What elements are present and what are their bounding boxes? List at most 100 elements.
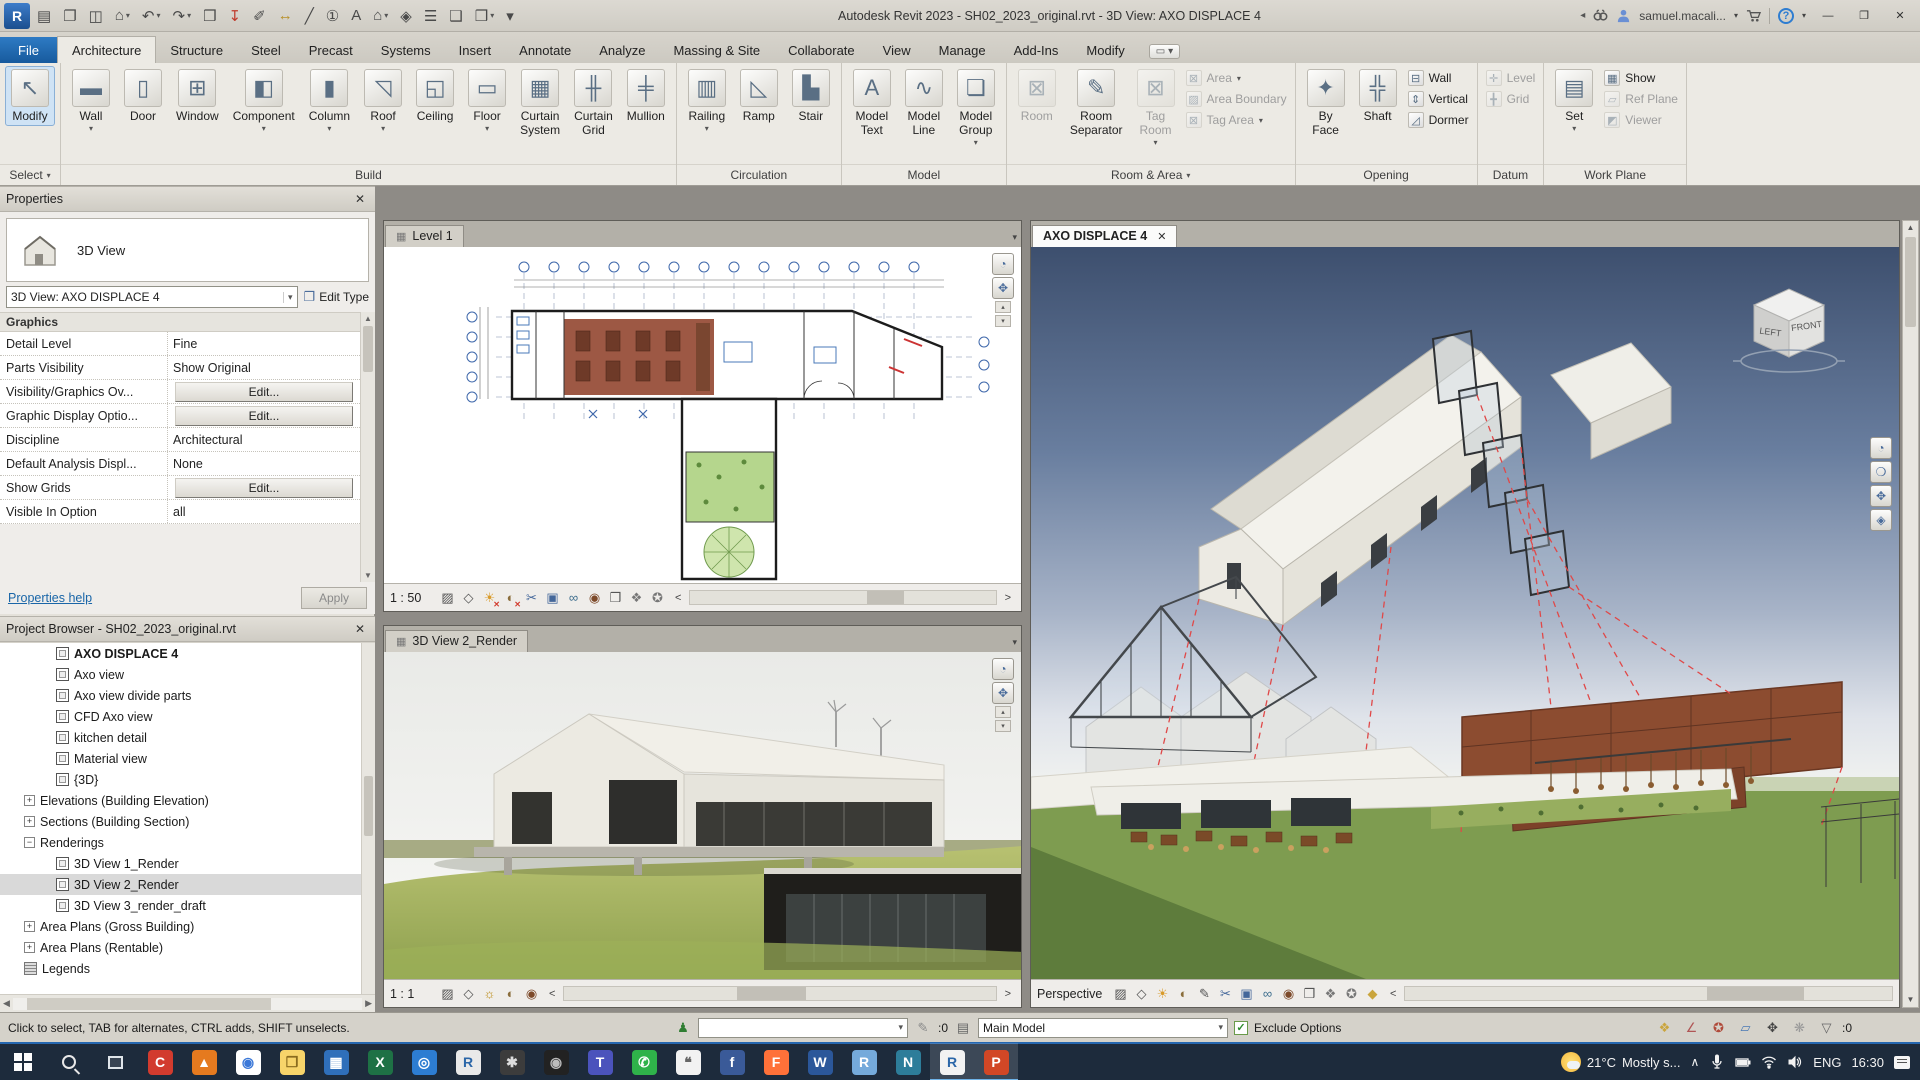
horizontal-scrollbar[interactable]	[563, 986, 997, 1001]
user-avatar-icon[interactable]	[1616, 8, 1631, 23]
ribbon-tab-precast[interactable]: Precast	[295, 37, 367, 63]
graphic-display-optio-edit-button[interactable]: Edit...	[175, 405, 353, 426]
railing-button[interactable]: ▥ Railing ▾	[682, 66, 732, 136]
visual-style-icon[interactable]: ▨	[1111, 984, 1130, 1003]
panel-label-datum[interactable]: Datum	[1477, 164, 1544, 185]
axo-canvas[interactable]: LEFT FRONT ◔ ❍ ✥ ◈	[1031, 247, 1899, 979]
show-grids-edit-button[interactable]: Edit...	[175, 477, 353, 498]
dropdown-icon[interactable]: ▾	[1186, 171, 1190, 180]
scroll-right-icon[interactable]: ▶	[365, 998, 372, 1009]
mullion-button[interactable]: ╪ Mullion	[621, 66, 671, 126]
tree-item-3d[interactable]: {3D}	[0, 769, 375, 790]
tag-by-category-icon[interactable]: ①	[321, 3, 344, 29]
property-value[interactable]: Fine	[168, 332, 360, 355]
window-button[interactable]: ⊞ Window	[170, 66, 225, 126]
set-button[interactable]: ▤ Set ▾	[1549, 66, 1599, 136]
vertical-button[interactable]: ⇕ Vertical	[1407, 91, 1469, 107]
ceiling-button[interactable]: ◱ Ceiling	[410, 66, 460, 126]
filter-icon[interactable]: ▽	[1817, 1018, 1836, 1037]
design-options-icon[interactable]: ▤	[954, 1020, 972, 1036]
tree-item-renderings[interactable]: − Renderings	[0, 832, 375, 853]
wifi-icon[interactable]	[1761, 1054, 1777, 1070]
dropdown-icon[interactable]: ▾	[974, 138, 978, 147]
nav-collapse-up-icon[interactable]: ▴	[995, 301, 1011, 313]
start-button[interactable]	[0, 1043, 46, 1080]
curtain-system-button[interactable]: ▦ Curtain System	[514, 66, 566, 140]
tab-axo-displace-4[interactable]: AXO DISPLACE 4 ✕	[1032, 225, 1178, 247]
combo-dropdown-icon[interactable]: ▾	[898, 1022, 903, 1033]
scroll-up-icon[interactable]: ▲	[1903, 221, 1918, 235]
tree-item-kitchen-detail[interactable]: kitchen detail	[0, 727, 375, 748]
tree-item-legends[interactable]: Legends	[0, 958, 375, 979]
export-pdf-icon[interactable]: ↧	[224, 3, 247, 29]
store-cart-icon[interactable]	[1746, 8, 1761, 23]
reveal-hidden-elements-icon[interactable]: ◉	[522, 984, 541, 1003]
sketchy-lines-icon[interactable]: ✎	[1195, 984, 1214, 1003]
expander-icon[interactable]: +	[24, 816, 35, 827]
speaker-icon[interactable]	[1787, 1054, 1803, 1070]
tree-item-sections-building-section[interactable]: + Sections (Building Section)	[0, 811, 375, 832]
language-indicator[interactable]: ENG	[1813, 1055, 1841, 1070]
ribbon-tab-manage[interactable]: Manage	[925, 37, 1000, 63]
scrollbar-thumb[interactable]	[1707, 987, 1805, 1000]
window-menu-icon[interactable]: ▾	[1012, 637, 1017, 648]
dropdown-icon[interactable]: ▾	[1168, 46, 1173, 57]
taskbar-app-rstudio[interactable]: R	[842, 1043, 886, 1080]
microphone-icon[interactable]	[1709, 1054, 1725, 1070]
ramp-button[interactable]: ◺ Ramp	[734, 66, 784, 126]
taskbar-app-revit-viewer[interactable]: R	[446, 1043, 490, 1080]
select-pinned-icon[interactable]: ✪	[1709, 1018, 1728, 1037]
dropdown-icon[interactable]: ▾	[1572, 124, 1576, 133]
measure-icon[interactable]: ✐	[248, 3, 271, 29]
temporary-hide-isolate-icon[interactable]: ∞	[564, 588, 583, 607]
perspective-button[interactable]: Perspective	[1037, 987, 1107, 1001]
taskbar-app-vlc[interactable]: ▲	[182, 1043, 226, 1080]
scroll-down-icon[interactable]: ▼	[1903, 993, 1918, 1007]
constraints-icon[interactable]: ✪	[1342, 984, 1361, 1003]
room-separator-button[interactable]: ✎ Room Separator	[1064, 66, 1129, 140]
component-button[interactable]: ◧ Component ▾	[227, 66, 301, 136]
curtain-grid-button[interactable]: ╫ Curtain Grid	[568, 66, 619, 140]
nav-collapse-down-icon[interactable]: ▾	[995, 315, 1011, 327]
signed-in-user[interactable]: samuel.macali...	[1639, 9, 1726, 23]
column-button[interactable]: ▮ Column ▾	[303, 66, 356, 136]
reveal-hidden-elements-icon[interactable]: ◉	[1279, 984, 1298, 1003]
panel-label-build[interactable]: Build	[61, 164, 676, 185]
scale-button[interactable]: 1 : 50	[390, 591, 434, 605]
wall-button[interactable]: ⊟ Wall	[1407, 70, 1469, 86]
ribbon-tab-structure[interactable]: Structure	[156, 37, 237, 63]
taskbar-app-facebook[interactable]: f	[710, 1043, 754, 1080]
temporary-hide-isolate-icon[interactable]: ∞	[1258, 984, 1277, 1003]
close-button[interactable]: ✕	[1886, 5, 1914, 27]
scrollbar-thumb[interactable]	[26, 997, 272, 1010]
properties-scrollbar[interactable]: ▲ ▼	[360, 312, 375, 582]
ribbon-tab-insert[interactable]: Insert	[445, 37, 506, 63]
taskbar-app-notepad[interactable]: N	[886, 1043, 930, 1080]
battery-icon[interactable]	[1735, 1054, 1751, 1070]
vertical-scrollbar[interactable]: ▲ ▼	[1902, 220, 1919, 1008]
wall-button[interactable]: ▬ Wall ▾	[66, 66, 116, 136]
viewcube[interactable]: LEFT FRONT	[1729, 277, 1849, 377]
dropdown-icon[interactable]: ▾	[490, 11, 494, 20]
shadows-icon[interactable]: ◐	[1174, 984, 1193, 1003]
taskbar-app-edge[interactable]: ◎	[402, 1043, 446, 1080]
show-crop-region-icon[interactable]: ▣	[1237, 984, 1256, 1003]
reveal-hidden-elements-icon[interactable]: ◉	[585, 588, 604, 607]
type-selector[interactable]: 3D View	[6, 218, 369, 282]
tree-item-3d-view-3-render-draft[interactable]: 3D View 3_render_draft	[0, 895, 375, 916]
scrollbar-thumb[interactable]	[736, 987, 806, 1000]
modify-button[interactable]: ↖ Modify	[5, 66, 55, 126]
tree-item-area-plans-gross-building[interactable]: + Area Plans (Gross Building)	[0, 916, 375, 937]
worksets-icon[interactable]: ♟	[674, 1020, 692, 1036]
tree-item-material-view[interactable]: Material view	[0, 748, 375, 769]
browser-horizontal-scrollbar[interactable]: ◀ ▶	[0, 994, 375, 1012]
clock[interactable]: 16:30	[1851, 1055, 1884, 1070]
taskbar-app-powerpoint[interactable]: P	[974, 1043, 1018, 1080]
ribbon-tab-analyze[interactable]: Analyze	[585, 37, 659, 63]
taskbar-app-teams[interactable]: T	[578, 1043, 622, 1080]
worksharing-display-icon[interactable]: ❖	[1655, 1018, 1674, 1037]
taskbar-app-revit[interactable]: R	[930, 1043, 974, 1080]
editable-only-icon[interactable]: ✎	[914, 1020, 932, 1036]
show-button[interactable]: ▦ Show	[1604, 70, 1678, 86]
model-line-button[interactable]: ∿ Model Line	[899, 66, 949, 140]
